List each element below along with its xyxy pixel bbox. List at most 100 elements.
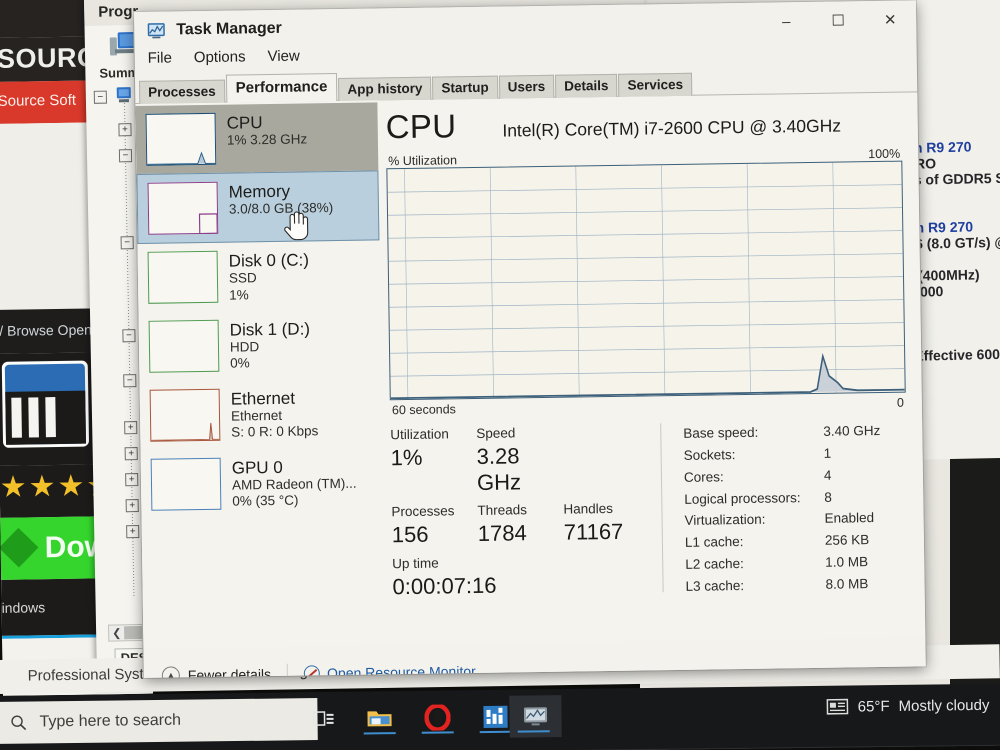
ethernet-labels: Ethernet Ethernet S: 0 R: 0 Kbps <box>231 387 319 441</box>
graph-y-label: % Utilization <box>388 153 458 169</box>
menu-item-view[interactable]: View <box>267 48 300 76</box>
info-virtualization: Virtualization: Enabled <box>684 507 881 532</box>
info-l1-cache-key: L1 cache: <box>684 534 744 551</box>
cpu-graph-fill <box>390 356 905 399</box>
bar-chart-icon <box>483 705 508 729</box>
fewer-details-label: Fewer details <box>187 666 272 678</box>
sidebar-sub2-disk0: 1% <box>229 286 249 303</box>
stat-handles-label: Handles <box>563 501 614 518</box>
tree-toggle-9[interactable]: + <box>125 499 139 513</box>
cpu-model-label: Intel(R) Core(TM) i7-2600 CPU @ 3.40GHz <box>502 115 842 141</box>
sidebar-item-gpu0[interactable]: GPU 0 AMD Radeon (TM)... 0% (35 °C) <box>141 447 384 520</box>
window-controls[interactable]: – ☐ ✕ <box>760 0 917 40</box>
scroll-left-icon[interactable]: ❮ <box>109 626 121 639</box>
running-indicator-task-manager <box>517 730 550 733</box>
running-indicator-opera <box>421 731 454 734</box>
taskbar-button-task-manager[interactable] <box>509 695 562 738</box>
sidebar-item-memory[interactable]: Memory 3.0/8.0 GB (38%) <box>136 170 380 244</box>
sidebar-sub-memory: 3.0/8.0 GB (38%) <box>228 200 334 217</box>
info-cores: Cores: 4 <box>684 464 881 489</box>
tab-startup[interactable]: Startup <box>432 75 498 100</box>
tree-toggle-10[interactable]: + <box>126 525 140 539</box>
sidebar-sub2-gpu0: 0% (35 °C) <box>232 493 299 510</box>
content-area: CPU 1% 3.28 GHz Memory 3.0/8.0 GB (38%) <box>135 92 926 649</box>
stat-processes-value: 156 <box>391 521 429 548</box>
taskbar[interactable]: Type here to search 65°F Mostly cloudy <box>0 683 1000 750</box>
tree-connector <box>123 91 135 597</box>
tab-users[interactable]: Users <box>498 74 555 99</box>
taskbar-button-opera[interactable] <box>413 696 462 739</box>
info-logical-processors-value: 8 <box>824 489 832 505</box>
taskbar-search-box[interactable]: Type here to search <box>0 698 318 744</box>
sidebar-item-cpu[interactable]: CPU 1% 3.28 GHz <box>135 102 379 174</box>
page-title: CPU <box>385 107 457 146</box>
tree-toggle-3[interactable]: − <box>120 236 134 250</box>
info-sockets: Sockets: 1 <box>683 442 880 467</box>
tree-toggle-7[interactable]: + <box>124 447 138 461</box>
cpu-thumbnail-graph <box>145 112 217 166</box>
sidebar-label-memory: Memory <box>228 181 291 202</box>
sidebar-sub1-disk1: HDD <box>229 339 260 355</box>
task-manager-window[interactable]: Task Manager – ☐ ✕ File Options View Pro… <box>134 0 926 678</box>
stats-left-column: Utilization 1% Speed 3.28 GHz Processes <box>390 421 653 602</box>
info-logical-processors: Logical processors: 8 <box>684 486 881 511</box>
stat-processes: Processes 156 <box>391 501 478 548</box>
menu-item-file[interactable]: File <box>148 49 173 77</box>
ethernet-thumbnail-graph <box>149 388 221 442</box>
task-view-icon <box>312 711 334 726</box>
stat-processes-label: Processes <box>391 503 455 520</box>
tab-performance[interactable]: Performance <box>225 72 338 103</box>
stats-row-1: Utilization 1% Speed 3.28 GHz <box>390 421 651 496</box>
disk1-labels: Disk 1 (D:) HDD 0% <box>230 318 311 372</box>
fewer-details-button[interactable]: ▲ Fewer details <box>161 665 272 678</box>
stat-threads-label: Threads <box>477 502 528 519</box>
minimize-button[interactable]: – <box>760 2 813 41</box>
memory-thumbnail-graph <box>147 181 219 235</box>
stat-utilization-label: Utilization <box>390 426 449 443</box>
tree-toggle-5[interactable]: − <box>123 374 137 388</box>
graph-x-label: 60 seconds <box>391 402 456 418</box>
sidebar-item-ethernet[interactable]: Ethernet Ethernet S: 0 R: 0 Kbps <box>139 378 382 451</box>
stat-speed-value: 3.28 GHz <box>476 442 522 495</box>
screen: SOURC Source Soft / Browse Open ★★★★★ Do… <box>0 0 1000 750</box>
stat-uptime-value: 0:00:07:16 <box>392 572 497 599</box>
stats-divider <box>660 423 664 593</box>
cpu-sparkline <box>147 151 216 165</box>
tab-details[interactable]: Details <box>555 73 618 98</box>
tree-toggle-6[interactable]: + <box>124 421 138 435</box>
bg-window-tab[interactable]: Summ <box>99 65 139 81</box>
performance-sidebar[interactable]: CPU 1% 3.28 GHz Memory 3.0/8.0 GB (38%) <box>135 100 386 649</box>
menu-item-options[interactable]: Options <box>194 48 246 77</box>
sidebar-item-disk1[interactable]: Disk 1 (D:) HDD 0% <box>138 309 381 382</box>
info-cores-key: Cores: <box>683 469 724 485</box>
search-icon <box>11 715 27 731</box>
sidebar-sub2-ethernet: S: 0 R: 0 Kbps <box>231 423 319 441</box>
task-manager-icon <box>147 23 165 39</box>
maximize-button[interactable]: ☐ <box>812 1 865 40</box>
tree-toggle-root[interactable]: − <box>93 90 107 104</box>
close-button[interactable]: ✕ <box>864 0 917 39</box>
tree-toggle-8[interactable]: + <box>125 473 139 487</box>
stat-threads-value: 1784 <box>477 520 527 546</box>
memory-sparkline <box>198 213 218 235</box>
folder-icon <box>367 711 392 727</box>
tab-processes[interactable]: Processes <box>139 79 225 104</box>
info-l1-cache: L1 cache: 256 KB <box>685 529 882 554</box>
system-tray[interactable]: 65°F Mostly cloudy <box>826 696 990 716</box>
tree-toggle-2[interactable]: − <box>118 149 133 163</box>
stats-row-3: Up time 0:00:07:16 <box>392 550 653 599</box>
tree-toggle-1[interactable]: + <box>118 123 132 137</box>
ethernet-sparkline <box>151 422 220 441</box>
tree-toggle-4[interactable]: − <box>122 329 136 343</box>
disk0-labels: Disk 0 (C:) SSD 1% <box>229 249 310 303</box>
stats-area: Utilization 1% Speed 3.28 GHz Processes <box>390 418 909 603</box>
taskbar-button-file-explorer[interactable] <box>355 697 404 740</box>
tab-app-history[interactable]: App history <box>338 76 432 101</box>
tab-services[interactable]: Services <box>618 72 693 97</box>
bg-product-logo <box>1 360 90 448</box>
cpu-detail-panel: CPU Intel(R) Core(TM) i7-2600 CPU @ 3.40… <box>377 92 925 645</box>
sidebar-sub-cpu: 1% 3.28 GHz <box>226 131 308 148</box>
taskbar-button-task-view[interactable] <box>299 698 348 741</box>
sidebar-item-disk0[interactable]: Disk 0 (C:) SSD 1% <box>137 240 380 313</box>
running-indicator-speccy <box>479 730 512 734</box>
